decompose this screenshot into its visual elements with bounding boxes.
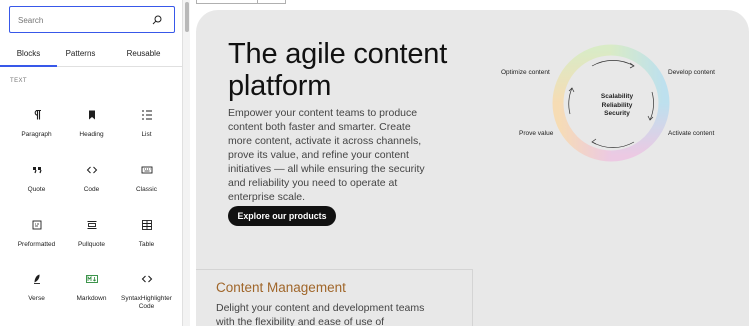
block-label: Classic [136,186,157,193]
search-icon[interactable] [152,15,162,25]
block-item-table[interactable]: Table [119,219,174,249]
block-label: Table [138,241,155,248]
block-item-code[interactable]: Code [64,164,119,194]
block-inserter-panel: Blocks Patterns Reusable TEXT Paragraph … [0,0,183,326]
section-label-text: TEXT [10,78,27,84]
editor-canvas: The agile content platform Empower your … [190,0,750,326]
block-item-verse[interactable]: Verse [9,273,64,303]
cycle-label-prove: Prove value [519,130,554,137]
cycle-label-optimize: Optimize content [501,69,550,76]
block-label: Paragraph [21,131,52,138]
tab-blocks[interactable]: Blocks [0,43,57,67]
block-item-list[interactable]: List [119,109,174,139]
block-item-pullquote[interactable]: Pullquote [64,219,119,249]
block-label: Verse [28,295,45,302]
hero-title[interactable]: The agile content platform [228,38,488,102]
cycle-center-line: Security [604,110,630,117]
block-item-preformatted[interactable]: Preformatted [9,219,64,249]
markdown-icon [85,275,98,283]
editor-screen: Blocks Patterns Reusable TEXT Paragraph … [0,0,750,326]
block-item-quote[interactable]: Quote [9,164,64,194]
code-icon [86,166,97,174]
preformatted-icon [32,220,41,230]
cycle-center-text: Scalability Reliability Security [592,93,642,119]
block-item-syntaxhighlighter-code[interactable]: SyntaxHighlighter Code [117,273,176,311]
hero-body[interactable]: Empower your content teams to produce co… [228,106,433,204]
block-label: Heading [79,131,104,138]
cycle-center-line: Reliability [601,101,633,109]
block-label: Code [83,186,100,193]
search-input[interactable] [18,12,148,28]
cycle-label-activate: Activate content [668,130,715,137]
keyboard-icon [141,166,152,174]
explore-products-button[interactable]: Explore our products [228,206,336,226]
cycle-center-line: Scalability [600,93,634,100]
block-label: List [141,131,152,138]
quote-icon [32,167,42,174]
block-label: Pullquote [77,241,106,248]
tab-reusable[interactable]: Reusable [104,43,183,67]
block-label: SyntaxHighlighter Code [121,295,172,310]
block-item-paragraph[interactable]: Paragraph [9,109,64,139]
pullquote-icon [87,221,96,229]
block-label: Preformatted [17,241,56,248]
table-icon [141,220,152,230]
cycle-label-develop: Develop content [668,69,715,76]
card-title[interactable]: Content Management [216,280,346,295]
inserter-tabs: Blocks Patterns Reusable [0,43,183,67]
search-box[interactable] [9,6,175,33]
syntax-code-icon [141,275,152,283]
block-item-markdown[interactable]: Markdown [64,273,119,303]
scrollbar-thumb[interactable] [185,2,189,32]
block-label: Quote [27,186,46,193]
paragraph-icon [34,109,41,120]
block-label: Markdown [76,295,107,302]
verse-icon [33,274,40,284]
tab-patterns[interactable]: Patterns [57,43,104,67]
card-body[interactable]: Delight your content and development tea… [216,301,426,326]
toolbar-fragment[interactable] [196,0,286,4]
inserter-scrollbar[interactable] [183,0,190,326]
heading-icon [88,110,95,120]
list-icon [141,110,152,120]
block-item-classic[interactable]: Classic [119,164,174,194]
block-item-heading[interactable]: Heading [64,109,119,139]
